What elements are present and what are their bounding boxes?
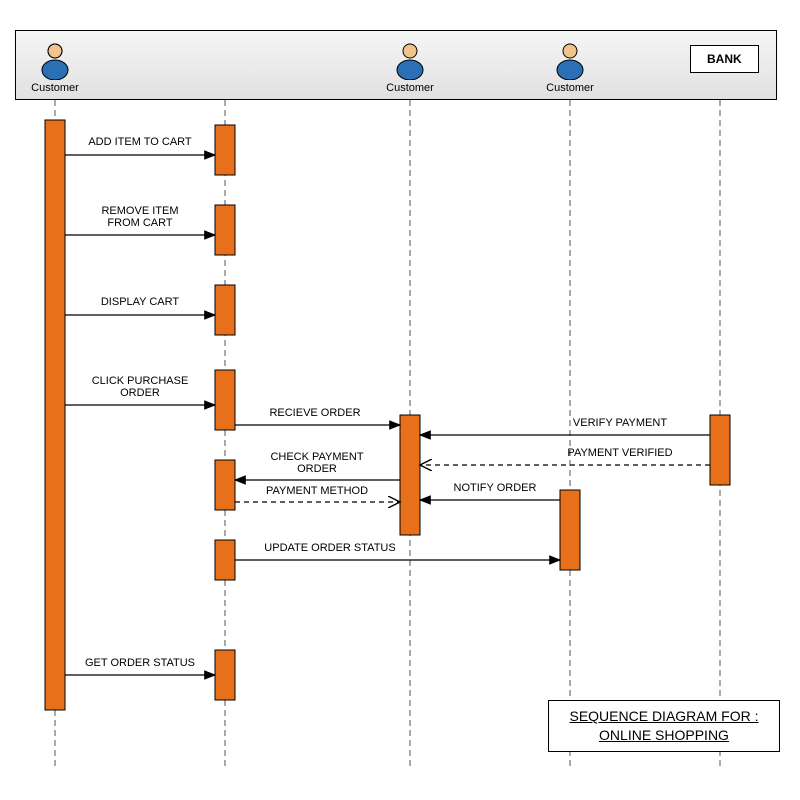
messages: ADD ITEM TO CART REMOVE ITEM FROM CART D… <box>65 136 710 675</box>
diagram-title: SEQUENCE DIAGRAM FOR : ONLINE SHOPPING <box>548 700 780 752</box>
sequence-svg: ADD ITEM TO CART REMOVE ITEM FROM CART D… <box>0 0 800 800</box>
svg-text:CLICK PURCHASE: CLICK PURCHASE <box>92 375 189 387</box>
title-line2: ONLINE SHOPPING <box>599 727 729 743</box>
svg-text:CHECK PAYMENT: CHECK PAYMENT <box>270 451 363 463</box>
svg-text:RECIEVE ORDER: RECIEVE ORDER <box>269 407 360 419</box>
svg-text:UPDATE ORDER STATUS: UPDATE ORDER STATUS <box>264 542 395 554</box>
svg-text:ORDER: ORDER <box>297 463 337 475</box>
svg-text:PAYMENT VERIFIED: PAYMENT VERIFIED <box>567 447 672 459</box>
svg-text:VERIFY PAYMENT: VERIFY PAYMENT <box>573 417 667 429</box>
svg-text:NOTIFY ORDER: NOTIFY ORDER <box>454 482 537 494</box>
svg-text:REMOVE ITEM: REMOVE ITEM <box>101 205 178 217</box>
svg-text:PAYMENT METHOD: PAYMENT METHOD <box>266 485 368 497</box>
diagram-stage: Customer Customer Customer BANK <box>0 0 800 800</box>
svg-text:ORDER: ORDER <box>120 387 160 399</box>
svg-text:FROM CART: FROM CART <box>107 217 172 229</box>
svg-text:GET ORDER STATUS: GET ORDER STATUS <box>85 657 195 669</box>
svg-text:DISPLAY CART: DISPLAY CART <box>101 296 180 308</box>
svg-text:ADD ITEM TO CART: ADD ITEM TO CART <box>88 136 192 148</box>
title-line1: SEQUENCE DIAGRAM FOR : <box>569 708 758 724</box>
